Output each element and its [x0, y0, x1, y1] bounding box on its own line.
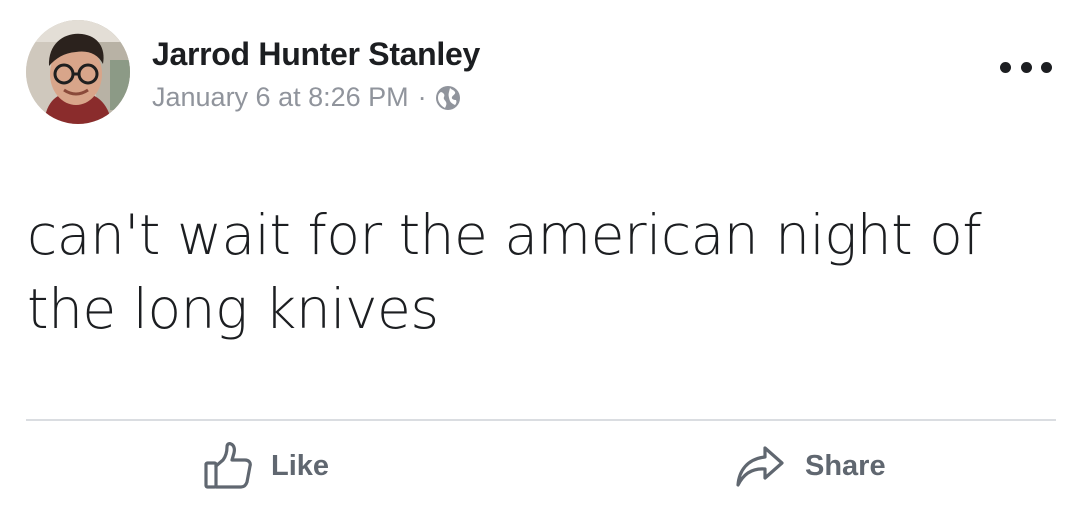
post-meta: January 6 at 8:26 PM ·	[152, 82, 461, 113]
more-options-icon[interactable]	[1000, 52, 1052, 82]
post-text: can't wait for the american night of the…	[27, 203, 982, 341]
more-dot	[1000, 61, 1011, 73]
globe-icon[interactable]	[435, 85, 461, 111]
more-dot	[1020, 61, 1032, 73]
share-button[interactable]: Share	[735, 440, 886, 492]
meta-separator: ·	[417, 82, 427, 112]
avatar[interactable]	[26, 20, 130, 124]
author-name[interactable]: Jarrod Hunter Stanley	[152, 36, 480, 73]
share-arrow-icon	[735, 442, 785, 490]
like-label: Like	[271, 449, 330, 482]
actions-divider	[26, 419, 1056, 421]
like-button[interactable]: Like	[203, 440, 329, 492]
post-timestamp[interactable]: January 6 at 8:26 PM	[152, 82, 409, 113]
post-card: Jarrod Hunter Stanley January 6 at 8:26 …	[0, 0, 1080, 513]
thumbs-up-icon	[203, 442, 253, 490]
share-label: Share	[805, 449, 886, 482]
more-dot	[1041, 61, 1052, 73]
